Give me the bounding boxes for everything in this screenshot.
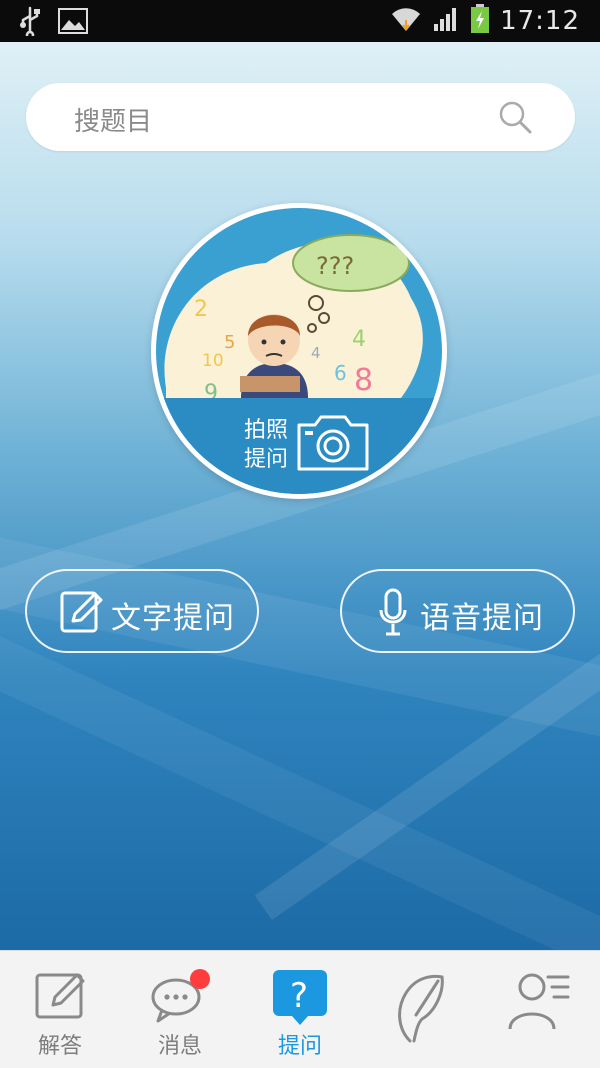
tab-label: 消息 [157, 1034, 202, 1059]
text-question-button[interactable]: 文字提问 [25, 569, 259, 653]
svg-text:5: 5 [224, 332, 235, 353]
svg-text:4: 4 [311, 344, 321, 362]
clock: 17:12 [500, 6, 580, 36]
quill-icon [398, 974, 444, 1043]
search-placeholder: 搜题目 [74, 107, 153, 137]
image-icon [58, 8, 88, 38]
photo-question-label: 拍照 提问 [243, 418, 288, 472]
svg-text:8: 8 [354, 363, 373, 398]
tab-ask[interactable]: ? 提问 [240, 951, 360, 1068]
tab-label: 解答 [37, 1034, 82, 1059]
signal-icon [432, 6, 460, 36]
profile-list-icon [508, 973, 570, 1030]
wifi-icon [390, 5, 422, 37]
question-icon: ? [273, 970, 327, 1025]
pencil-note-icon [35, 973, 85, 1019]
svg-text:10: 10 [202, 351, 224, 371]
bottom-tab-bar: 解答 消息 ? 提问 [0, 950, 600, 1068]
microphone-icon [379, 588, 407, 636]
svg-text:?: ? [290, 976, 308, 1016]
tab-profile[interactable] [480, 951, 600, 1068]
edit-icon [60, 591, 103, 633]
search-bar[interactable]: 搜题目 [26, 83, 575, 151]
photo-illustration: ??? 2 5 10 4 4 6 8 9 拍照 提问 [156, 208, 442, 494]
notification-badge [190, 969, 210, 989]
svg-text:6: 6 [334, 361, 347, 385]
tab-messages[interactable]: 消息 [120, 951, 240, 1068]
tab-label: 提问 [277, 1034, 322, 1059]
tab-quill[interactable] [360, 951, 480, 1068]
tab-answers[interactable]: 解答 [0, 951, 120, 1068]
voice-question-button[interactable]: 语音提问 [340, 569, 575, 653]
camera-icon [297, 415, 369, 471]
photo-question-button[interactable]: ??? 2 5 10 4 4 6 8 9 拍照 提问 [151, 203, 447, 499]
status-bar: 17:12 [0, 0, 600, 42]
text-question-label: 文字提问 [111, 601, 235, 636]
voice-question-label: 语音提问 [420, 601, 544, 636]
thought-text: ??? [316, 252, 354, 280]
svg-text:2: 2 [194, 297, 208, 322]
search-icon[interactable] [497, 99, 533, 135]
battery-charging-icon [470, 4, 490, 38]
svg-text:4: 4 [352, 327, 366, 352]
usb-icon [18, 6, 42, 40]
